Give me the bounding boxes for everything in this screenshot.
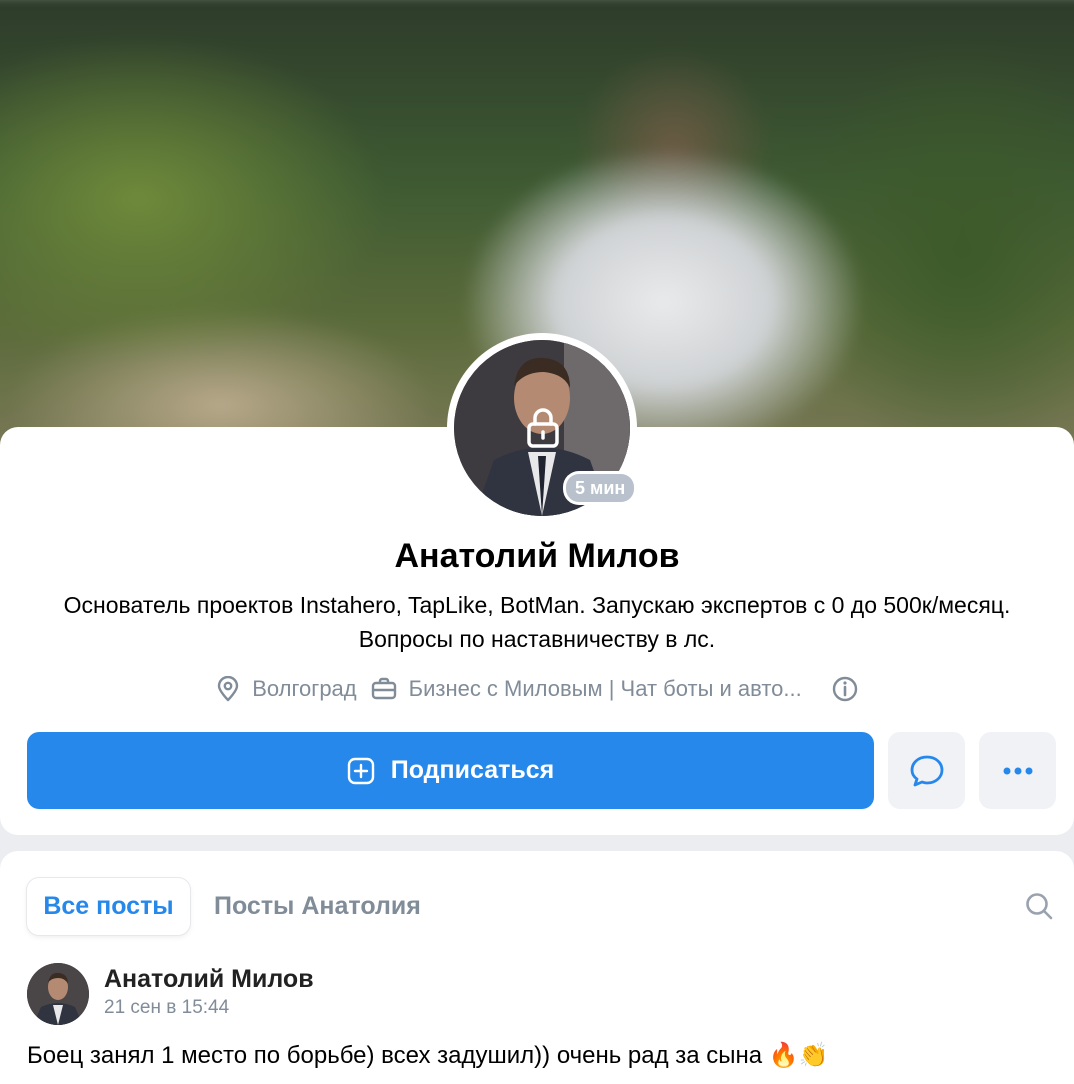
post-avatar-photo (27, 963, 89, 1025)
post-text: Боец занял 1 место по борьбе) всех задуш… (27, 1041, 829, 1070)
work-label: Бизнес с Миловым | Чат боты и авто... (408, 676, 802, 701)
city-label: Волгоград (252, 676, 357, 701)
city-item[interactable]: Волгоград (216, 676, 357, 702)
subscribe-label: Подписаться (390, 756, 555, 784)
search-icon[interactable] (1024, 891, 1054, 921)
plus-square-icon (347, 757, 374, 784)
more-button[interactable] (979, 732, 1056, 809)
message-button[interactable] (888, 732, 965, 809)
tab-all-posts[interactable]: Все посты (27, 878, 190, 935)
profile-bio: Основатель проектов Instahero, TapLike, … (63, 592, 1011, 652)
subscribe-button[interactable]: Подписаться (27, 732, 874, 809)
more-icon (1003, 767, 1032, 774)
post-emoji: 🔥👏 (768, 1042, 829, 1069)
post-date[interactable]: 21 сен в 15:44 (104, 997, 229, 1019)
briefcase-icon (371, 677, 396, 700)
post-author-avatar[interactable] (27, 963, 89, 1025)
tab-author-posts[interactable]: Посты Анатолия (214, 878, 421, 935)
message-icon (910, 755, 943, 786)
lock-icon (527, 408, 559, 448)
post-author-name[interactable]: Анатолий Милов (104, 965, 314, 994)
profile-name: Анатолий Милов (394, 537, 680, 575)
info-icon[interactable] (832, 676, 858, 702)
work-item[interactable]: Бизнес с Миловым | Чат боты и авто... (371, 676, 802, 702)
online-status-badge: 5 мин (563, 471, 638, 505)
location-icon (218, 676, 239, 702)
post-text-body: Боец занял 1 место по борьбе) всех задуш… (27, 1042, 763, 1069)
profile-meta: Волгоград Бизнес с Миловым | Чат боты и … (0, 673, 1074, 705)
